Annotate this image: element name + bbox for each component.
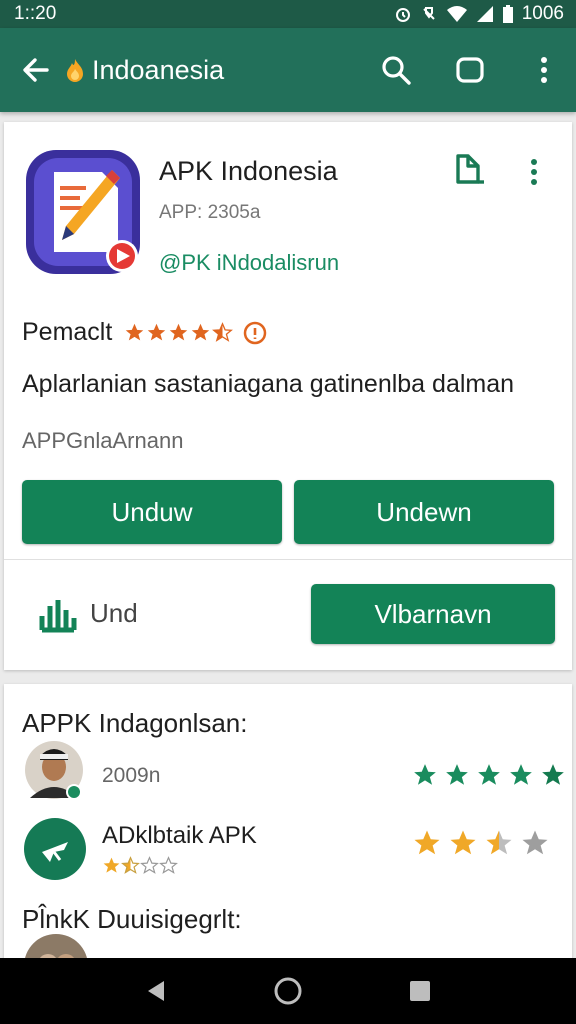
- related-app-name[interactable]: ADklbtaik APK: [102, 822, 257, 850]
- tabs-icon[interactable]: [450, 50, 490, 90]
- star-half-icon: [121, 856, 140, 874]
- app-description: Aplarlanian sastaniagana gatinenlba dalm…: [22, 370, 515, 398]
- app-name: APK Indonesia: [159, 156, 338, 186]
- more-vert-icon[interactable]: [522, 156, 546, 188]
- section-title-2: Pl̂nkK Duuisigegrlt:: [22, 904, 242, 934]
- star-icon: [192, 323, 210, 341]
- rating-row: Pemaclt: [22, 318, 267, 347]
- flame-icon: [64, 57, 86, 83]
- home-circle-icon[interactable]: [268, 971, 308, 1011]
- star-icon: [126, 323, 144, 341]
- star-empty-icon: [159, 856, 178, 874]
- download-button[interactable]: Unduw: [22, 480, 282, 544]
- avatar[interactable]: [24, 740, 84, 800]
- more-vert-icon[interactable]: [524, 50, 564, 90]
- app-subline: APPGnlaArnann: [22, 428, 184, 453]
- app-bar: Indoanesia: [0, 28, 576, 112]
- star-empty-icon: [522, 830, 548, 855]
- star-icon: [510, 764, 532, 785]
- status-icons: 1006: [394, 3, 564, 25]
- related-app-small-stars: [102, 856, 178, 875]
- system-nav-bar: [0, 958, 576, 1024]
- star-half-icon: [212, 322, 234, 342]
- search-icon[interactable]: [376, 50, 416, 90]
- page-title: Indoanesia: [92, 54, 225, 85]
- review-stars: [412, 762, 566, 788]
- star-icon: [414, 830, 440, 855]
- back-arrow-icon[interactable]: [16, 50, 56, 90]
- status-time: 1::20: [14, 3, 57, 24]
- status-bar: 1::20 1006: [0, 0, 576, 28]
- section-title: APPK Indagonlsan:: [22, 708, 248, 738]
- back-triangle-icon[interactable]: [136, 971, 176, 1011]
- star-icon: [446, 764, 468, 785]
- secondary-download-button[interactable]: Undewn: [294, 480, 554, 544]
- star-icon: [450, 830, 476, 855]
- related-app-icon[interactable]: [24, 818, 86, 880]
- view-button[interactable]: Vlbarnavn: [311, 584, 555, 644]
- review-date: 2009n: [102, 764, 161, 787]
- star-icon: [478, 764, 500, 785]
- app-meta: APP: 2305a: [159, 202, 261, 223]
- info-icon[interactable]: [243, 321, 267, 345]
- signal-icon: [476, 6, 493, 22]
- related-card: APPK Indagonlsan: 2009n ADklbtaik APK Pl…: [4, 684, 572, 998]
- app-logo-icon[interactable]: [24, 148, 142, 276]
- divider: [4, 559, 572, 560]
- star-icon: [170, 323, 188, 341]
- star-icon: [103, 857, 120, 873]
- star-icon: [148, 323, 166, 341]
- star-icon: [414, 764, 436, 785]
- star-icon: [542, 764, 564, 785]
- app-detail-card: APK Indonesia APP: 2305a @PK iNdodalisru…: [4, 122, 572, 670]
- battery-text: 1006: [521, 3, 564, 24]
- star-half-icon: [486, 830, 512, 855]
- recents-square-icon[interactable]: [400, 971, 440, 1011]
- dnd-icon: [423, 7, 435, 20]
- bar-chart-icon[interactable]: [38, 594, 78, 634]
- alarm-icon: [395, 8, 410, 22]
- bookmark-save-icon[interactable]: [452, 152, 488, 188]
- related-app-stars: [412, 828, 550, 858]
- rating-label: Pemaclt: [22, 318, 113, 346]
- wifi-icon: [446, 6, 467, 22]
- und-label[interactable]: Und: [90, 598, 138, 629]
- developer-link[interactable]: @PK iNdodalisrun: [159, 250, 339, 276]
- rating-stars: [124, 322, 234, 343]
- star-empty-icon: [140, 856, 159, 874]
- battery-icon: [502, 5, 513, 23]
